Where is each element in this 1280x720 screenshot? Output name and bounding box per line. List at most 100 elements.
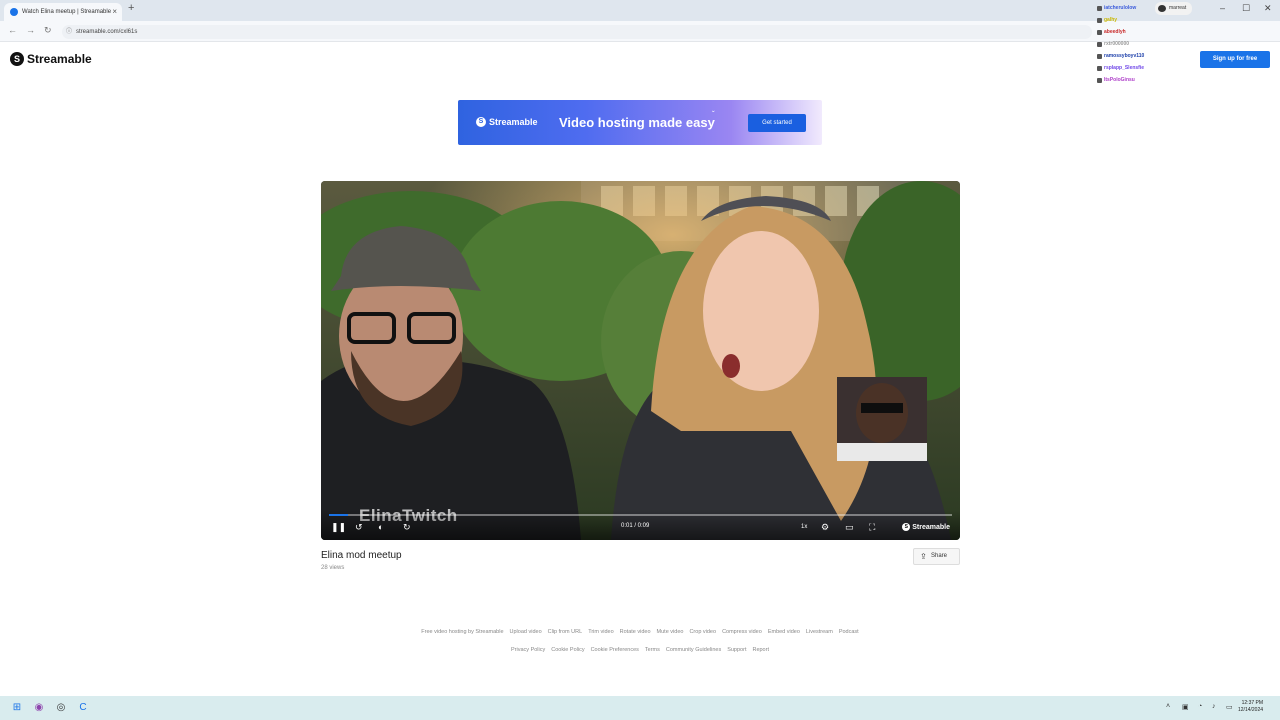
chat-badge-icon (1097, 77, 1102, 83)
tray-chevron-icon[interactable]: ˄ (1166, 703, 1170, 710)
footer-link[interactable]: Podcast (839, 629, 859, 635)
fullscreen-icon[interactable]: ⛶ (869, 522, 875, 533)
chat-username: ItsPoloGinsu (1104, 77, 1135, 83)
new-tab-button[interactable]: + (128, 2, 134, 14)
browser-tab-bar: Watch Elina meetup | Streamable × + – ☐ … (0, 0, 1280, 21)
footer-link[interactable]: Support (727, 647, 746, 653)
share-icon: ⇪ (920, 552, 927, 561)
footer-link[interactable]: Privacy Policy (511, 647, 545, 653)
replay-icon[interactable]: ↺ (355, 522, 363, 533)
pill-username: marreat (1169, 5, 1187, 11)
volume-tray-icon[interactable]: ♪ (1212, 703, 1216, 710)
picture-in-picture-icon[interactable]: ▭ (845, 522, 854, 533)
ad-info-icon[interactable]: ˇ (712, 110, 715, 119)
app-icon[interactable]: ◉ (32, 701, 46, 715)
forward-icon[interactable]: → (26, 25, 35, 35)
chat-badge-icon (1097, 65, 1102, 71)
reload-icon[interactable]: ↻ (44, 25, 52, 36)
chat-username: rsplapp_Slensfie (1104, 65, 1145, 71)
chat-badge-icon (1097, 5, 1102, 11)
video-title: Elina mod meetup (321, 550, 402, 561)
obs-icon[interactable]: ◎ (54, 701, 68, 715)
share-label: Share (931, 553, 948, 559)
footer-link[interactable]: Trim video (588, 629, 613, 635)
share-button[interactable]: ⇪ Share (913, 548, 960, 565)
address-bar-row: ← → ↻ ⓘ streamable.com/cxl61s (0, 21, 1280, 42)
forward-icon[interactable]: ↻ (403, 522, 411, 533)
tray-app-icon[interactable]: ▣ (1182, 703, 1189, 711)
banner-logo-text: Streamable (489, 117, 538, 127)
chat-line: galhy (1097, 14, 1207, 26)
player-brand-icon: S (902, 523, 911, 531)
settings-gear-icon[interactable]: ⚙ (821, 522, 829, 533)
player-controls: ❚❚ ↺ ◐ ↻ 0:01 / 0:09 1x ⚙ ▭ ⛶ S Streamab… (321, 510, 960, 540)
battery-icon[interactable]: ▭ (1226, 703, 1233, 711)
url-text: streamable.com/cxl61s (76, 29, 138, 35)
start-windows-icon[interactable]: ⊞ (10, 701, 24, 715)
tab-title: Watch Elina meetup | Streamable (22, 9, 112, 15)
tab-favicon-icon (10, 8, 18, 16)
footer-link[interactable]: Community Guidelines (666, 647, 721, 653)
chat-username: rxtr000000 (1104, 41, 1130, 47)
tab-close-icon[interactable]: × (112, 3, 117, 21)
footer-link[interactable]: Upload video (510, 629, 542, 635)
footer-link[interactable]: Report (752, 647, 769, 653)
pause-icon[interactable]: ❚❚ (331, 522, 346, 533)
url-field[interactable]: ⓘ streamable.com/cxl61s (62, 25, 1092, 39)
logo-text: Streamable (27, 52, 92, 66)
footer-link[interactable]: Mute video (657, 629, 684, 635)
chat-line: ramossyboyv110 (1097, 50, 1207, 62)
progress-bar[interactable] (329, 514, 952, 516)
avatar (1158, 5, 1166, 12)
footer-link[interactable]: Terms (645, 647, 660, 653)
banner-logo: S Streamable (476, 117, 538, 127)
player-brand[interactable]: S Streamable (902, 523, 950, 531)
chat-badge-icon (1097, 29, 1102, 35)
banner-tagline: Video hosting made easy (559, 115, 715, 130)
footer-link[interactable]: Cookie Policy (551, 647, 584, 653)
footer-links-row1: Free video hosting by Streamable Upload v… (0, 629, 1280, 635)
chat-badge-icon (1097, 53, 1102, 59)
video-frame (321, 181, 960, 540)
maximize-icon[interactable]: ☐ (1242, 3, 1250, 14)
browser-icon[interactable]: C (76, 701, 90, 715)
network-icon[interactable]: ◔ (1198, 703, 1202, 710)
footer-link[interactable]: Crop video (689, 629, 716, 635)
clock-date: 12/14/2024 (1238, 707, 1264, 713)
chat-overlay: marreat iatcherulolow galhy abeedlyh rxtr00… (1097, 2, 1207, 86)
site-info-icon[interactable]: ⓘ (66, 25, 72, 39)
browser-tab[interactable]: Watch Elina meetup | Streamable × (4, 3, 122, 21)
chat-line: rxtr000000 (1097, 38, 1207, 50)
footer-link[interactable]: Rotate video (620, 629, 651, 635)
footer-link[interactable]: Livestream (806, 629, 833, 635)
footer-link[interactable]: Clip from URL (548, 629, 583, 635)
footer-link[interactable]: Free video hosting by Streamable (421, 629, 503, 635)
chat-username: galhy (1104, 17, 1118, 23)
footer-link[interactable]: Embed video (768, 629, 800, 635)
chat-line: ItsPoloGinsu (1097, 74, 1207, 86)
footer-link[interactable]: Cookie Preferences (591, 647, 639, 653)
view-count: 28 views (321, 565, 345, 571)
chat-line: rsplapp_Slensfie (1097, 62, 1207, 74)
os-taskbar: ⊞ ◉ ◎ C ˄ ▣ ◔ ♪ ▭ 12:37 PM 12/14/2024 (0, 696, 1280, 720)
streamable-logo-icon: S (10, 52, 24, 66)
footer-links-row2: Privacy Policy Cookie Policy Cookie Prefer… (0, 647, 1280, 653)
video-player[interactable]: ElinaTwitch ❚❚ ↺ ◐ ↻ 0:01 / 0:09 1x ⚙ ▭ … (321, 181, 960, 540)
chat-username: ramossyboyv110 (1104, 53, 1145, 59)
user-pill: marreat (1155, 2, 1193, 15)
get-started-button[interactable]: Get started (748, 114, 806, 132)
ad-banner[interactable]: S Streamable Video hosting made easy ˇ G… (458, 100, 822, 145)
footer-link[interactable]: Compress video (722, 629, 762, 635)
streamable-logo[interactable]: S Streamable (10, 52, 92, 66)
time-display: 0:01 / 0:09 (621, 523, 650, 529)
taskbar-clock[interactable]: 12:37 PM 12/14/2024 (1238, 700, 1263, 714)
chat-badge-icon (1097, 17, 1102, 23)
chat-badge-icon (1097, 41, 1102, 47)
back-icon[interactable]: ← (8, 25, 17, 35)
volume-icon[interactable]: ◐ (378, 522, 383, 532)
close-window-icon[interactable]: ✕ (1264, 3, 1272, 14)
chat-line: abeedlyh (1097, 26, 1207, 38)
speed-button[interactable]: 1x (801, 524, 807, 530)
signup-button[interactable]: Sign up for free (1200, 51, 1270, 68)
minimize-icon[interactable]: – (1220, 3, 1225, 13)
